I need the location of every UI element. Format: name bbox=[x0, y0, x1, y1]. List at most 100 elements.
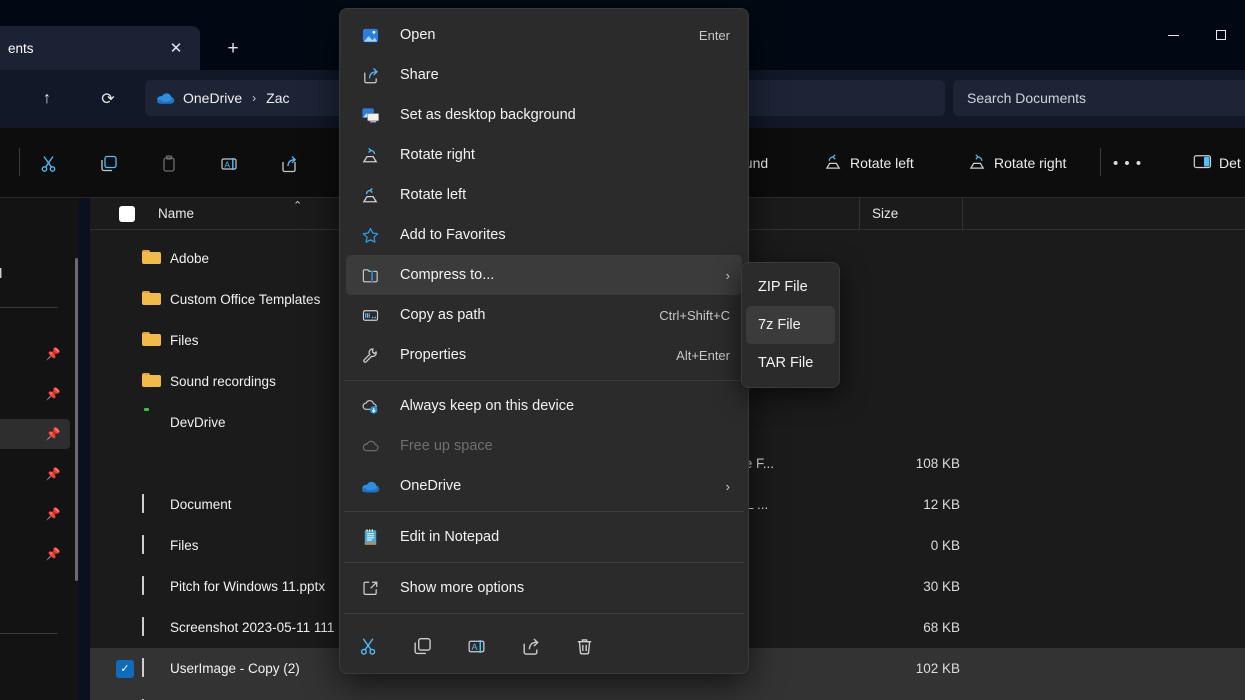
tab-documents[interactable]: ents ✕ bbox=[0, 26, 200, 70]
sidebar-scrollbar[interactable] bbox=[75, 258, 78, 581]
maximize-button[interactable] bbox=[1197, 18, 1245, 52]
copy-icon[interactable] bbox=[410, 634, 434, 658]
sidebar-item-pictures[interactable]: Pictures 📌 bbox=[0, 459, 70, 489]
sidebar-item-label: Pictures bbox=[0, 467, 44, 482]
menu-item-open[interactable]: Open Enter bbox=[346, 15, 742, 55]
submenu-item-label: 7z File bbox=[758, 317, 801, 333]
minimize-button[interactable] bbox=[1149, 18, 1197, 52]
menu-item-label: Rotate left bbox=[400, 187, 716, 203]
rename-icon[interactable]: A bbox=[211, 148, 247, 180]
sidebar-item-label: Screenshots bbox=[0, 587, 70, 602]
share-icon[interactable] bbox=[271, 148, 307, 180]
new-tab-icon[interactable]: + bbox=[218, 34, 248, 62]
tab-label: ents bbox=[0, 41, 162, 56]
file-size: 12 KB bbox=[835, 497, 960, 512]
onedrive-icon bbox=[360, 476, 380, 496]
menu-item-rotate-left[interactable]: Rotate left bbox=[346, 175, 742, 215]
select-all-checkbox[interactable] bbox=[119, 206, 135, 222]
menu-item-compress-to[interactable]: Compress to... › bbox=[346, 255, 742, 295]
document-icon bbox=[142, 536, 162, 556]
svg-text:A: A bbox=[471, 642, 477, 652]
refresh-icon[interactable]: ⟳ bbox=[92, 83, 124, 115]
sidebar-item-desktop[interactable]: Desktop 📌 bbox=[0, 339, 70, 369]
rotate-right-icon bbox=[360, 145, 380, 165]
menu-item-show-more-options[interactable]: Show more options bbox=[346, 568, 742, 608]
search-input[interactable]: Search Documents bbox=[953, 80, 1245, 116]
open-image-icon bbox=[360, 25, 380, 45]
column-header-extra[interactable] bbox=[963, 198, 1063, 229]
pin-icon: 📌 bbox=[44, 547, 62, 561]
sidebar-item-videos[interactable]: Videos 📌 bbox=[0, 539, 70, 569]
menu-item-copy-as-path[interactable]: Copy as path Ctrl+Shift+C bbox=[346, 295, 742, 335]
pin-icon: 📌 bbox=[44, 347, 62, 361]
up-icon[interactable]: ↑ bbox=[31, 83, 63, 115]
close-tab-icon[interactable]: ✕ bbox=[162, 34, 190, 62]
command-divider-2 bbox=[1100, 148, 1101, 176]
menu-item-label: Compress to... bbox=[400, 267, 716, 283]
menu-item-rotate-right[interactable]: Rotate right bbox=[346, 135, 742, 175]
submenu-item-label: ZIP File bbox=[758, 279, 808, 295]
sidebar-item-label: Documents bbox=[0, 427, 44, 442]
column-header-name-label: Name bbox=[158, 206, 194, 221]
menu-item-edit-in-notepad[interactable]: Edit in Notepad bbox=[346, 517, 742, 557]
cut-icon[interactable] bbox=[31, 148, 67, 180]
menu-item-label: Free up space bbox=[400, 438, 716, 454]
menu-item-accelerator: Alt+Enter bbox=[676, 348, 730, 363]
menu-item-always-keep-on-this-device[interactable]: Always keep on this device bbox=[346, 386, 742, 426]
cut-icon[interactable] bbox=[356, 634, 380, 658]
submenu-item-tar-file[interactable]: TAR File bbox=[746, 344, 835, 382]
star-icon bbox=[360, 225, 380, 245]
sidebar-item-music[interactable]: Music 📌 bbox=[0, 499, 70, 529]
chevron-right-icon: › bbox=[726, 268, 730, 283]
sidebar-item-downloads[interactable]: Downloads 📌 bbox=[0, 379, 70, 409]
details-pane-button[interactable]: Det bbox=[1193, 146, 1241, 180]
sidebar-item-onedrive-personal[interactable]: OneDrive - Personal bbox=[0, 258, 70, 288]
file-size: 30 KB bbox=[835, 579, 960, 594]
rename-icon[interactable]: A bbox=[464, 634, 488, 658]
menu-item-properties[interactable]: Properties Alt+Enter bbox=[346, 335, 742, 375]
chevron-right-icon: › bbox=[726, 479, 730, 494]
menu-item-share[interactable]: Share bbox=[346, 55, 742, 95]
copy-icon[interactable] bbox=[91, 148, 127, 180]
document-icon bbox=[142, 495, 162, 515]
sidebar-item-screenshots[interactable]: Screenshots bbox=[0, 579, 70, 609]
rotate-left-icon bbox=[360, 185, 380, 205]
share-icon bbox=[360, 65, 380, 85]
rotate-right-button[interactable]: Rotate right bbox=[968, 146, 1066, 180]
show-more-options-icon bbox=[360, 578, 380, 598]
sidebar-item-label: Gallery bbox=[0, 226, 70, 241]
column-header-size[interactable]: Size bbox=[860, 198, 963, 229]
rotate-left-button[interactable]: Rotate left bbox=[824, 146, 914, 180]
menu-item-label: Properties bbox=[400, 347, 662, 363]
sidebar-item-label: Downloads bbox=[0, 387, 44, 402]
menu-item-set-as-desktop-background[interactable]: Set as desktop background bbox=[346, 95, 742, 135]
pin-icon: 📌 bbox=[44, 387, 62, 401]
copy-as-path-icon bbox=[360, 305, 380, 325]
context-menu: Open Enter Share bbox=[339, 8, 749, 674]
row-checkbox[interactable]: ✓ bbox=[116, 660, 134, 678]
pin-icon: 📌 bbox=[44, 507, 62, 521]
menu-item-onedrive[interactable]: OneDrive › bbox=[346, 466, 742, 506]
blank-file-icon bbox=[142, 577, 162, 597]
cloud-outline-icon bbox=[360, 436, 380, 456]
share-icon[interactable] bbox=[518, 634, 542, 658]
more-icon[interactable]: • • • bbox=[1113, 146, 1142, 180]
sidebar-item-documents[interactable]: Documents 📌 bbox=[0, 419, 70, 449]
folder-icon bbox=[142, 249, 162, 269]
menu-item-label: Show more options bbox=[400, 580, 716, 596]
breadcrumb-root[interactable]: OneDrive bbox=[183, 90, 242, 106]
menu-item-free-up-space: Free up space bbox=[346, 426, 742, 466]
menu-item-label: Share bbox=[400, 67, 716, 83]
file-size: 0 KB bbox=[835, 538, 960, 553]
submenu-item-7z-file[interactable]: 7z File bbox=[746, 306, 835, 344]
rotate-right-label: Rotate right bbox=[994, 155, 1066, 171]
breadcrumb-current[interactable]: Zac bbox=[266, 90, 289, 106]
delete-icon[interactable] bbox=[572, 634, 596, 658]
rotate-left-label: Rotate left bbox=[850, 155, 914, 171]
compress-zip-icon bbox=[360, 265, 380, 285]
sidebar-item-gallery[interactable]: Gallery bbox=[0, 218, 70, 248]
menu-item-add-to-favorites[interactable]: Add to Favorites bbox=[346, 215, 742, 255]
submenu-item-zip-file[interactable]: ZIP File bbox=[746, 268, 835, 306]
rotate-right-icon bbox=[968, 152, 987, 174]
table-row[interactable]: ✓ UserImage - Copy (3) File 102 KB bbox=[90, 689, 1245, 700]
